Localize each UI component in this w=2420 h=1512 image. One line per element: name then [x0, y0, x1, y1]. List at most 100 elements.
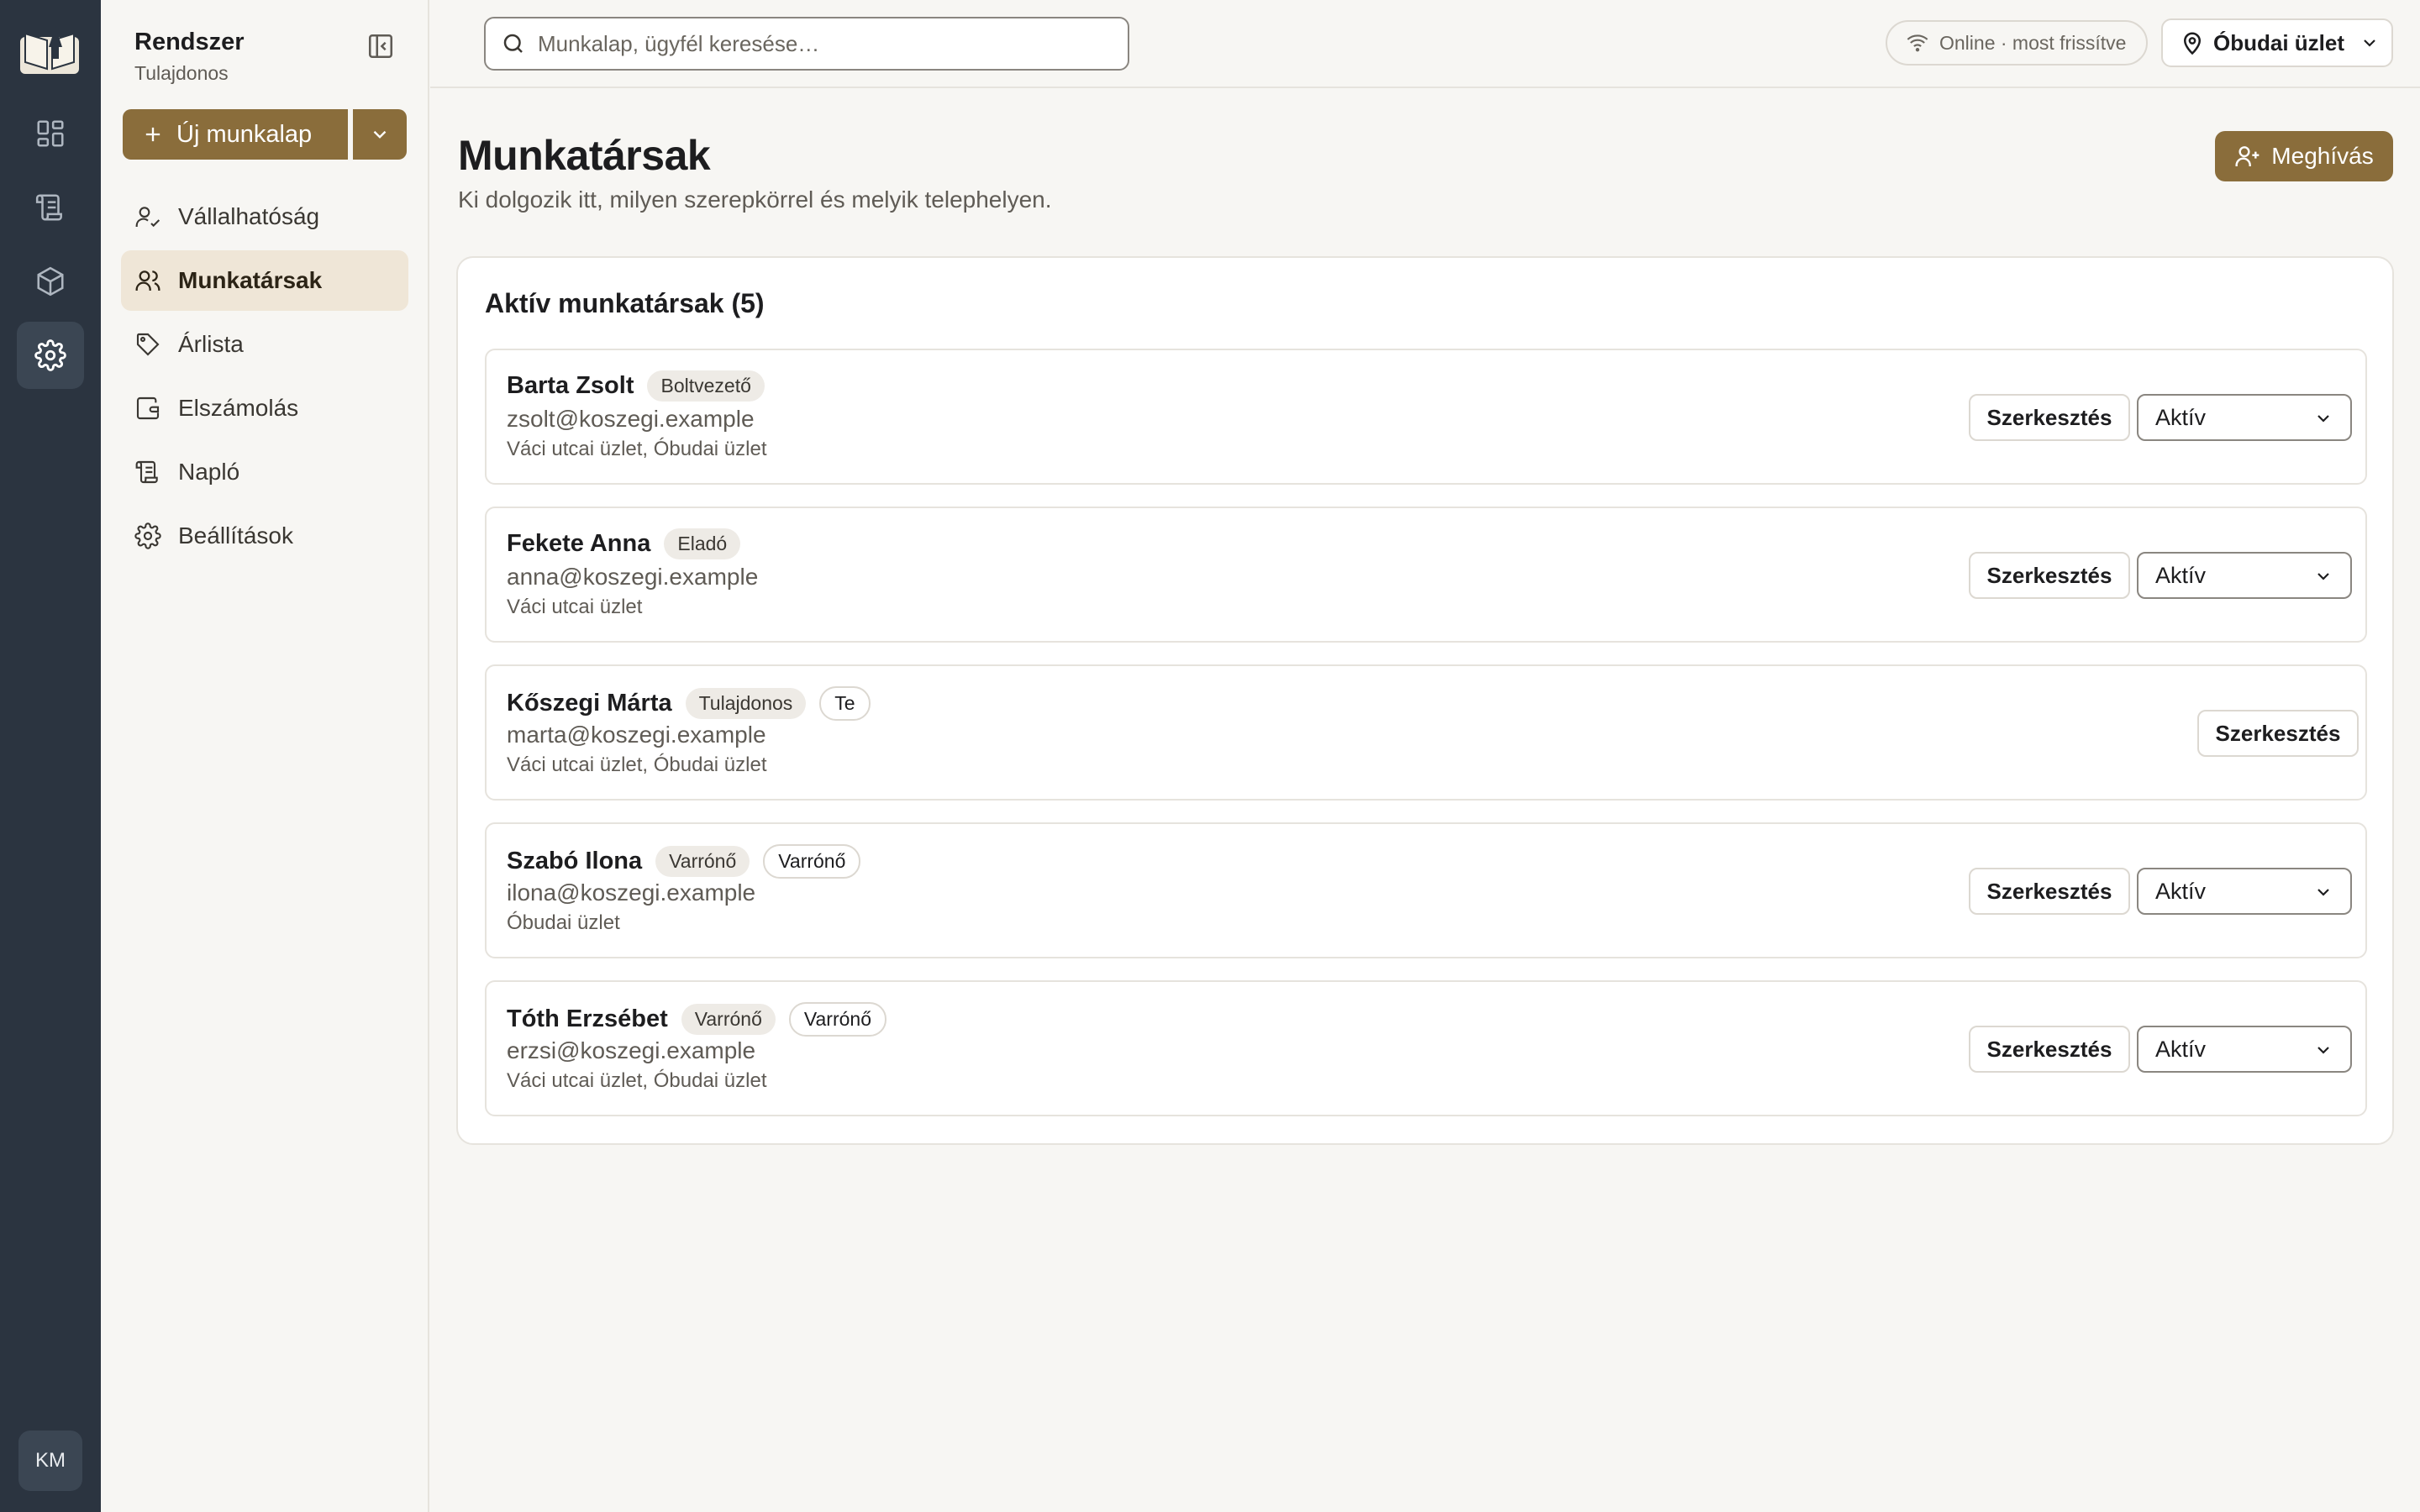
sidebar-item-billing[interactable]: Elszámolás	[121, 378, 408, 438]
staff-row: Barta Zsolt Boltvezető zsolt@koszegi.exa…	[485, 349, 2367, 485]
rail-dashboard-button[interactable]	[17, 100, 84, 167]
sidebar-item-availability[interactable]: Vállalhatóság	[121, 186, 408, 247]
rail-worksheets-button[interactable]	[17, 174, 84, 241]
user-plus-icon	[2235, 146, 2260, 166]
sidebar-item-label: Vállalhatóság	[178, 203, 320, 229]
staff-name-line: Barta Zsolt Boltvezető	[507, 370, 765, 402]
top-bar: Online · most frissítve Óbudai üzlet	[430, 0, 2420, 88]
sidebar-item-pricelist[interactable]: Árlista	[121, 314, 408, 375]
map-pin-icon	[2183, 32, 2202, 55]
rail-inventory-button[interactable]	[17, 248, 84, 315]
users-icon	[135, 270, 160, 291]
sidebar-item-settings[interactable]: Beállítások	[121, 506, 408, 566]
sidebar-collapse-icon[interactable]	[366, 32, 395, 60]
staff-locations: Óbudai üzlet	[507, 911, 620, 934]
staff-email: marta@koszegi.example	[507, 722, 766, 748]
gear-icon	[134, 522, 161, 549]
chevron-down-icon	[2317, 889, 2329, 896]
sidebar-item-label: Munkatársak	[178, 267, 323, 293]
sidebar-item-log[interactable]: Napló	[121, 442, 408, 502]
app-logo-icon[interactable]	[18, 22, 81, 76]
sidebar-item-label: Napló	[178, 459, 240, 485]
user-check-icon	[135, 207, 160, 228]
card-title: Aktív munkatársak (5)	[485, 288, 765, 318]
staff-card: Aktív munkatársak (5) Barta Zsolt Boltve…	[456, 256, 2394, 1145]
search-input[interactable]	[538, 30, 1109, 57]
staff-name: Szabó Ilona	[507, 848, 643, 874]
status-select-value: Aktív	[2155, 878, 2207, 904]
edit-button[interactable]: Szerkesztés	[1969, 552, 2130, 599]
sidebar-subtitle: Tulajdonos	[134, 62, 229, 84]
edit-button[interactable]: Szerkesztés	[1969, 394, 2130, 441]
staff-name: Barta Zsolt	[507, 372, 634, 399]
staff-row: Szabó Ilona Varrónő Varrónő ilona@koszeg…	[485, 822, 2367, 958]
staff-name-line: Fekete Anna Eladó	[507, 528, 741, 559]
tag-icon	[136, 333, 160, 356]
role-badge: Varrónő	[681, 1004, 776, 1035]
staff-row: Kőszegi Márta Tulajdonos Te marta@koszeg…	[485, 664, 2367, 801]
role-badge: Boltvezető	[647, 370, 765, 402]
sidebar-item-label: Beállítások	[178, 522, 293, 549]
staff-name-line: Tóth Erzsébet Varrónő Varrónő	[507, 1002, 886, 1037]
gear-icon	[34, 339, 66, 371]
sidebar: Rendszer Tulajdonos Új munkalap Vállalha…	[101, 0, 429, 1512]
staff-name: Tóth Erzsébet	[507, 1005, 668, 1032]
status-select-value: Aktív	[2155, 1036, 2207, 1062]
staff-row: Fekete Anna Eladó anna@koszegi.example V…	[485, 507, 2367, 643]
staff-email: ilona@koszegi.example	[507, 879, 756, 906]
search-box[interactable]	[484, 17, 1129, 71]
location-select[interactable]: Óbudai üzlet	[2161, 18, 2393, 67]
connection-status-badge: Online · most frissítve	[1886, 20, 2148, 66]
chevron-down-icon	[2317, 573, 2329, 580]
user-avatar[interactable]: KM	[18, 1431, 82, 1491]
role-badge-outline: Varrónő	[763, 844, 861, 879]
search-icon	[503, 34, 523, 53]
staff-name: Kőszegi Márta	[507, 690, 672, 717]
sidebar-item-label: Elszámolás	[178, 395, 299, 421]
role-badge: Tulajdonos	[685, 688, 807, 719]
scroll-icon	[135, 460, 158, 484]
status-select[interactable]: Aktív	[2137, 552, 2352, 599]
staff-row: Tóth Erzsébet Varrónő Varrónő erzsi@kosz…	[485, 980, 2367, 1116]
plus-icon	[145, 127, 160, 142]
new-worksheet-dropdown-button[interactable]	[353, 109, 407, 160]
edit-button[interactable]: Szerkesztés	[1969, 1026, 2130, 1073]
app-rail: KM	[0, 0, 101, 1512]
wifi-icon	[1907, 34, 1928, 52]
staff-locations: Váci utcai üzlet, Óbudai üzlet	[507, 753, 767, 776]
staff-name-line: Kőszegi Márta Tulajdonos Te	[507, 686, 871, 721]
staff-locations: Váci utcai üzlet, Óbudai üzlet	[507, 438, 767, 460]
staff-name-line: Szabó Ilona Varrónő Varrónő	[507, 844, 861, 879]
page-description: Ki dolgozik itt, milyen szerepkörrel és …	[458, 186, 1052, 213]
edit-button[interactable]: Szerkesztés	[2197, 710, 2359, 757]
wallet-icon	[136, 396, 160, 420]
sidebar-item-staff[interactable]: Munkatársak	[121, 250, 408, 311]
staff-email: anna@koszegi.example	[507, 564, 759, 590]
status-select-value: Aktív	[2155, 562, 2207, 588]
role-badge: Eladó	[664, 528, 741, 559]
new-worksheet-label: Új munkalap	[176, 120, 313, 148]
role-badge: Varrónő	[655, 846, 750, 877]
box-icon	[37, 266, 64, 297]
invite-button-label: Meghívás	[2271, 143, 2374, 169]
dashboard-icon	[37, 120, 64, 147]
status-select[interactable]: Aktív	[2137, 394, 2352, 441]
status-select-value: Aktív	[2155, 404, 2207, 430]
staff-email: erzsi@koszegi.example	[507, 1037, 756, 1063]
chevron-down-icon	[373, 130, 387, 139]
rail-settings-button[interactable]	[17, 322, 84, 389]
status-select[interactable]: Aktív	[2137, 868, 2352, 915]
new-worksheet-button[interactable]: Új munkalap	[123, 109, 348, 160]
status-select[interactable]: Aktív	[2137, 1026, 2352, 1073]
edit-button[interactable]: Szerkesztés	[1969, 868, 2130, 915]
staff-locations: Váci utcai üzlet, Óbudai üzlet	[507, 1069, 767, 1092]
scroll-icon	[35, 194, 62, 221]
invite-button[interactable]: Meghívás	[2215, 131, 2393, 181]
connection-status-text: Online · most frissítve	[1939, 31, 2127, 54]
location-label: Óbudai üzlet	[2213, 29, 2344, 55]
chevron-down-icon	[2364, 39, 2375, 47]
chevron-down-icon	[2317, 415, 2329, 423]
staff-name: Fekete Anna	[507, 530, 651, 557]
staff-email: zsolt@koszegi.example	[507, 406, 755, 432]
you-badge: Te	[819, 686, 871, 721]
